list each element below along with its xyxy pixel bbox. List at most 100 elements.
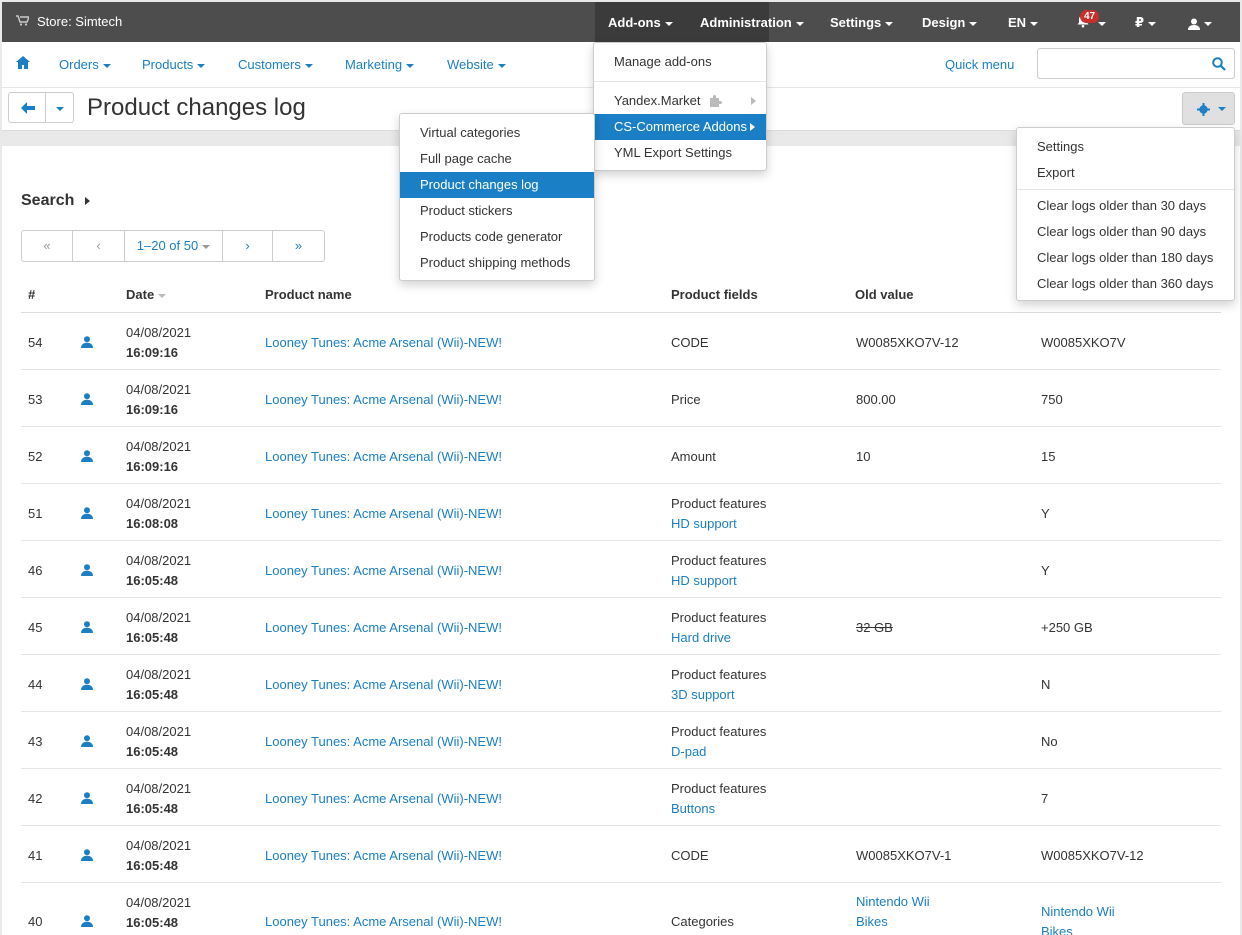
- settings-gear-button[interactable]: [1182, 92, 1235, 125]
- search-button[interactable]: [1203, 48, 1235, 79]
- topnav-administration[interactable]: Administration: [700, 15, 804, 30]
- cell-old-value-2[interactable]: Bikes: [856, 914, 888, 929]
- gear-menu-export[interactable]: Export: [1017, 160, 1234, 186]
- cell-product-link[interactable]: Looney Tunes: Acme Arsenal (Wii)-NEW!: [265, 791, 502, 806]
- cell-product-link[interactable]: Looney Tunes: Acme Arsenal (Wii)-NEW!: [265, 734, 502, 749]
- chevron-down-icon: [664, 21, 673, 26]
- col-header-date[interactable]: Date: [126, 287, 167, 302]
- topnav-settings[interactable]: Settings: [830, 15, 894, 30]
- cell-product-link[interactable]: Looney Tunes: Acme Arsenal (Wii)-NEW!: [265, 563, 502, 578]
- user-menu[interactable]: [1188, 15, 1212, 30]
- submenu-full-page-cache[interactable]: Full page cache: [400, 146, 594, 172]
- home-icon[interactable]: [16, 56, 30, 70]
- user-icon[interactable]: [81, 336, 93, 348]
- pager-prev-button[interactable]: ‹: [73, 231, 125, 261]
- pager-next-button[interactable]: ›: [223, 231, 273, 261]
- back-button[interactable]: [8, 92, 46, 123]
- menu-item-yandex-market[interactable]: Yandex.Market: [594, 88, 766, 114]
- gear-menu-clear-360[interactable]: Clear logs older than 360 days: [1017, 271, 1234, 297]
- topnav-language[interactable]: EN: [1008, 15, 1039, 30]
- cell-product-link[interactable]: Looney Tunes: Acme Arsenal (Wii)-NEW!: [265, 449, 502, 464]
- history-dropdown-button[interactable]: [46, 92, 74, 123]
- search-icon: [1212, 57, 1226, 71]
- user-icon[interactable]: [81, 621, 93, 633]
- gear-menu-clear-90[interactable]: Clear logs older than 90 days: [1017, 219, 1234, 245]
- pager-last-button[interactable]: »: [273, 231, 324, 261]
- cell-new-value: Y: [1041, 506, 1050, 521]
- user-icon[interactable]: [81, 735, 93, 747]
- nav-marketing[interactable]: Marketing: [345, 57, 415, 72]
- user-icon[interactable]: [81, 678, 93, 690]
- user-icon[interactable]: [81, 792, 93, 804]
- submenu-virtual-categories[interactable]: Virtual categories: [400, 120, 594, 146]
- submenu-product-shipping-methods[interactable]: Product shipping methods: [400, 250, 594, 276]
- user-icon: [1188, 18, 1200, 30]
- user-icon[interactable]: [81, 564, 93, 576]
- gear-menu-settings[interactable]: Settings: [1017, 134, 1234, 160]
- topnav-design[interactable]: Design: [922, 15, 978, 30]
- cell-id: 46: [28, 563, 43, 578]
- cell-product-link[interactable]: Looney Tunes: Acme Arsenal (Wii)-NEW!: [265, 620, 502, 635]
- user-icon[interactable]: [81, 849, 93, 861]
- cell-product-field-link[interactable]: HD support: [671, 516, 737, 531]
- table-row: 44 04/08/2021 16:05:48 Looney Tunes: Acme A…: [21, 655, 1221, 712]
- cell-new-value-2[interactable]: Bikes: [1041, 924, 1073, 935]
- cell-product-link[interactable]: Looney Tunes: Acme Arsenal (Wii)-NEW!: [265, 677, 502, 692]
- menu-item-cs-commerce-addons[interactable]: CS-Commerce Addons: [594, 114, 766, 140]
- menu-item-yml-export-settings[interactable]: YML Export Settings: [594, 140, 766, 166]
- user-icon[interactable]: [81, 393, 93, 405]
- cell-time: 16:09:16: [126, 402, 179, 417]
- topnav-currency[interactable]: ₽: [1135, 15, 1157, 31]
- cell-product-link[interactable]: Looney Tunes: Acme Arsenal (Wii)-NEW!: [265, 335, 502, 350]
- table-row: 42 04/08/2021 16:05:48 Looney Tunes: Acme A…: [21, 769, 1221, 826]
- cell-old-value[interactable]: Nintendo Wii: [856, 894, 930, 909]
- notifications-caret[interactable]: [1094, 15, 1106, 30]
- cell-product-link[interactable]: Looney Tunes: Acme Arsenal (Wii)-NEW!: [265, 848, 502, 863]
- nav-customers[interactable]: Customers: [238, 57, 313, 72]
- pager-range-select[interactable]: 1–20 of 50: [125, 231, 223, 261]
- cell-product-link[interactable]: Looney Tunes: Acme Arsenal (Wii)-NEW!: [265, 914, 502, 929]
- cell-product-field-link[interactable]: D-pad: [671, 744, 706, 759]
- submenu-product-stickers[interactable]: Product stickers: [400, 198, 594, 224]
- cell-product-field: Categories: [671, 914, 734, 929]
- chevron-right-icon[interactable]: [85, 197, 90, 205]
- cell-product-link[interactable]: Looney Tunes: Acme Arsenal (Wii)-NEW!: [265, 506, 502, 521]
- cell-product-field: Product features: [671, 496, 767, 511]
- store-selector[interactable]: Store: Simtech: [16, 14, 122, 29]
- cell-id: 54: [28, 335, 43, 350]
- chevron-down-icon: [1148, 21, 1157, 26]
- topnav-administration-label: Administration: [700, 15, 792, 30]
- menu-divider: [594, 81, 766, 82]
- submenu-products-code-generator[interactable]: Products code generator: [400, 224, 594, 250]
- cell-product-link[interactable]: Looney Tunes: Acme Arsenal (Wii)-NEW!: [265, 392, 502, 407]
- gear-menu-clear-30[interactable]: Clear logs older than 30 days: [1017, 193, 1234, 219]
- nav-products[interactable]: Products: [142, 57, 206, 72]
- menu-item-manage-addons[interactable]: Manage add-ons: [594, 49, 766, 75]
- pager-first-button[interactable]: «: [22, 231, 73, 261]
- cell-date: 04/08/2021: [126, 838, 192, 853]
- user-icon[interactable]: [81, 450, 93, 462]
- cell-new-value[interactable]: Nintendo Wii: [1041, 904, 1115, 919]
- cell-date: 04/08/2021: [126, 724, 192, 739]
- cell-product-field: CODE: [671, 848, 709, 863]
- nav-orders[interactable]: Orders: [59, 57, 111, 72]
- submenu-product-changes-log[interactable]: Product changes log: [400, 172, 594, 198]
- topnav-addons[interactable]: Add-ons: [608, 15, 673, 30]
- cell-old-value: 10: [856, 449, 871, 464]
- user-icon[interactable]: [81, 507, 93, 519]
- cell-product-field-link[interactable]: 3D support: [671, 687, 735, 702]
- chevron-down-icon: [55, 106, 64, 111]
- nav-website[interactable]: Website: [447, 57, 506, 72]
- user-icon[interactable]: [81, 915, 93, 927]
- nav-marketing-label: Marketing: [345, 57, 403, 72]
- quick-menu-link[interactable]: Quick menu: [945, 57, 1014, 72]
- cell-product-field-link[interactable]: HD support: [671, 573, 737, 588]
- cell-product-field: Product features: [671, 553, 767, 568]
- gear-menu-clear-180[interactable]: Clear logs older than 180 days: [1017, 245, 1234, 271]
- cell-product-field-link[interactable]: Hard drive: [671, 630, 731, 645]
- cell-time: 16:08:08: [126, 516, 179, 531]
- col-header-old-value: Old value: [855, 287, 914, 302]
- search-toggle[interactable]: Search: [21, 192, 74, 210]
- table-row: 40 04/08/2021 16:05:48 Looney Tunes: Acme A…: [21, 883, 1221, 935]
- cell-product-field-link[interactable]: Buttons: [671, 801, 715, 816]
